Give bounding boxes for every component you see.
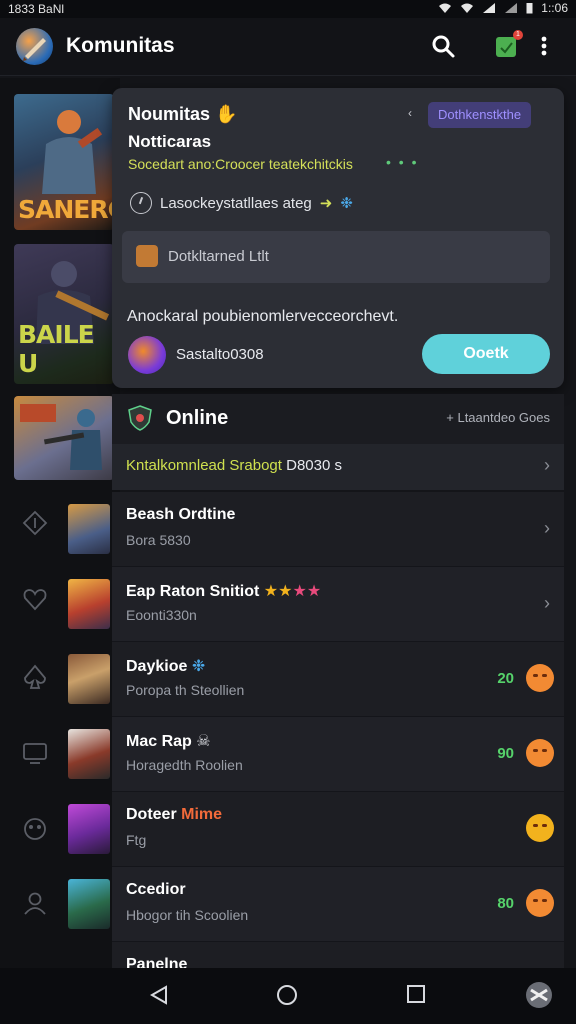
notification-description: Anockaral poubienomlervecceorchevt. (127, 308, 399, 325)
timer-row: Lasockeystatllaes ateg ➜ ❉ (130, 192, 353, 214)
list-item-score: 90 (497, 745, 514, 762)
app-title: Komunitas (66, 34, 175, 57)
list-item-name: Mac Rap ☠ (126, 733, 211, 750)
chevron-right-icon[interactable]: › (544, 455, 550, 476)
game-thumbnail (68, 654, 110, 704)
notification-tag-line: Socedart ano:Croocer teatekchitckis (128, 156, 353, 172)
status-icons: 1::06 (438, 1, 568, 15)
signal-icon-2 (505, 3, 518, 13)
hand-icon: ✋ (215, 104, 238, 124)
filter-text: Kntalkomnlead Srabogt D8030 s (126, 457, 342, 474)
search-icon[interactable] (430, 33, 456, 59)
list-item-sub: Ftg (126, 832, 147, 848)
status-bar: 1833 BaNl 1::06 (0, 0, 576, 18)
user-icon[interactable] (22, 890, 48, 916)
app-logo[interactable] (16, 28, 53, 65)
diamond-icon[interactable] (22, 510, 48, 536)
timer-icon (130, 192, 152, 214)
avatar[interactable] (128, 336, 166, 374)
list-item-sub: Poropa th Steollien (126, 682, 245, 698)
app-bar: Komunitas 1 (0, 18, 576, 76)
emoji-face-icon[interactable] (526, 889, 554, 917)
online-heading: Online (166, 407, 229, 429)
rating-stars: ★★★★ (263, 583, 322, 600)
timer-text: Lasockeystatllaes ateg (160, 194, 312, 212)
chevron-right-icon[interactable]: › (544, 593, 550, 614)
skull-icon: ☠ (196, 733, 211, 750)
dots-icon: • • • (386, 154, 419, 170)
list-item-name: Daykioe ❉ (126, 658, 206, 675)
notification-badge: 1 (513, 30, 523, 40)
list-item-score: 80 (497, 895, 514, 912)
list-item-name: Doteer Mime (126, 806, 223, 823)
list-item-sub: Eoonti330n (126, 607, 197, 623)
list-item-name-accent: Mime (181, 806, 223, 823)
game-thumbnail (68, 804, 110, 854)
back-icon[interactable] (148, 984, 170, 1006)
chest-icon (136, 245, 158, 267)
recents-icon[interactable] (406, 984, 426, 1004)
game-banner-2[interactable]: BAILE U (14, 244, 114, 384)
chevron-left-icon[interactable]: ‹ (408, 106, 412, 120)
list-item[interactable]: Doteer Mime Ftg (68, 792, 564, 867)
game-banner-3[interactable] (14, 396, 114, 480)
more-options-icon[interactable] (540, 33, 548, 59)
online-right-text[interactable]: + Ltaantdeo Goes (446, 410, 550, 425)
controller-icon[interactable] (22, 816, 48, 842)
squad-figure (20, 404, 102, 470)
list-item-sub: Bora 5830 (126, 532, 191, 548)
list-item-name: Ccedior (126, 881, 186, 898)
home-icon[interactable] (276, 984, 298, 1006)
online-filter-row[interactable]: Kntalkomnlead Srabogt D8030 s › (112, 444, 564, 490)
list-item-sub: Hbogor tih Scoolien (126, 907, 249, 923)
list-item-name: Beash Ordtine (126, 506, 236, 523)
list-item[interactable]: Ccedior Hbogor tih Scoolien 80 (68, 867, 564, 942)
heart-icon[interactable] (22, 586, 48, 612)
chevron-right-icon[interactable]: › (544, 518, 550, 539)
signal-icon (483, 3, 496, 13)
user-id: Sastalto0308 (176, 346, 264, 363)
list-item[interactable]: Daykioe ❉ Poropa th Steollien 20 (68, 642, 564, 717)
emoji-face-icon[interactable] (526, 664, 554, 692)
online-list: Beash Ordtine Bora 5830 › Eap Raton Snit… (68, 492, 564, 972)
list-item[interactable]: Eap Raton Snitiot ★★★★ Eoonti330n › (68, 567, 564, 642)
status-time: 1::06 (541, 1, 568, 15)
list-item-score: 20 (497, 670, 514, 687)
wifi-icon-2 (461, 3, 474, 13)
reward-box-label: Dotkltarned Ltlt (168, 248, 269, 265)
game-thumbnail (68, 579, 110, 629)
banner-word-1: SANERG (18, 195, 114, 224)
game-banner-1[interactable]: SANERG (14, 94, 114, 230)
gear-icon: ❉ (340, 195, 353, 212)
list-item[interactable]: Mac Rap ☠ Horagedth Roolien 90 (68, 717, 564, 792)
notification-pill[interactable]: Dothkenstkthe (428, 102, 532, 128)
arrow-icon: ➜ (319, 195, 333, 212)
online-section-header: Online + Ltaantdeo Goes (112, 394, 564, 444)
status-left-text: 1833 BaNl (8, 2, 65, 16)
game-thumbnail (68, 729, 110, 779)
wifi-icon (439, 3, 452, 13)
monitor-icon[interactable] (22, 740, 48, 766)
list-item-name: Eap Raton Snitiot ★★★★ (126, 583, 322, 600)
list-item[interactable]: Beash Ordtine Bora 5830 › (68, 492, 564, 567)
notification-subtitle: Notticaras (128, 132, 212, 151)
reward-box[interactable]: Dotkltarned Ltlt (122, 231, 550, 283)
battery-icon (526, 3, 533, 14)
emoji-face-icon[interactable] (526, 739, 554, 767)
notification-card: Noumitas ✋ Notticaras Socedart ano:Crooc… (112, 88, 564, 388)
emoji-face-icon[interactable] (526, 814, 554, 842)
assistant-icon[interactable] (524, 980, 554, 1010)
check-button[interactable]: Ooetk (422, 334, 550, 374)
filter-plain: D8030 s (286, 457, 342, 474)
shield-icon (128, 405, 152, 431)
system-nav-bar (0, 968, 576, 1024)
banner-word-2: BAILE U (18, 320, 95, 378)
game-thumbnail (68, 504, 110, 554)
gear-badge-icon: ❉ (191, 658, 206, 675)
spade-icon[interactable] (22, 664, 48, 690)
list-item-sub: Horagedth Roolien (126, 757, 243, 773)
notification-title: Noumitas ✋ (128, 104, 238, 124)
filter-highlight: Kntalkomnlead Srabogt (126, 457, 282, 474)
game-thumbnail (68, 879, 110, 929)
